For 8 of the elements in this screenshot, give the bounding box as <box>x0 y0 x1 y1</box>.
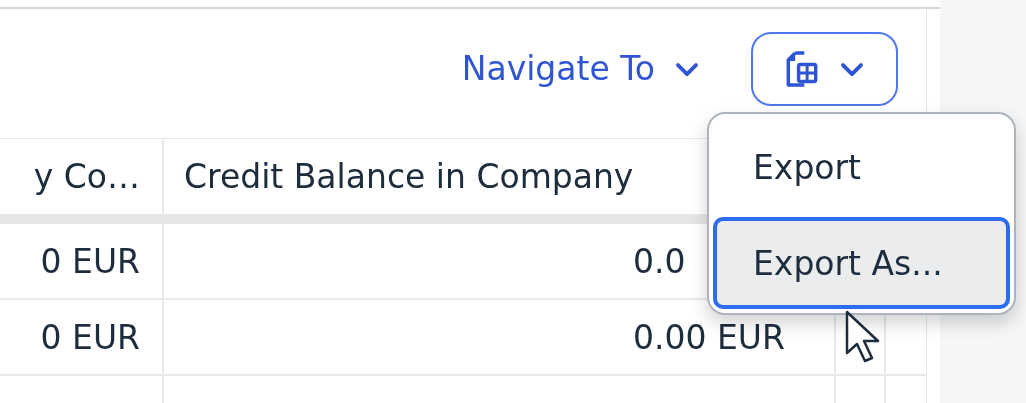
navigate-button[interactable]: Navigate To <box>461 49 699 88</box>
table-cell: 0.0 <box>633 241 686 281</box>
menu-item[interactable]: Export As... <box>713 217 1010 309</box>
export-button[interactable] <box>751 31 898 106</box>
table-cell: 0 EUR <box>40 317 140 357</box>
table-cell: 0.00 EUR <box>633 317 785 357</box>
table-cell: 0 EUR <box>40 241 140 281</box>
spreadsheet-export-icon <box>785 49 818 88</box>
